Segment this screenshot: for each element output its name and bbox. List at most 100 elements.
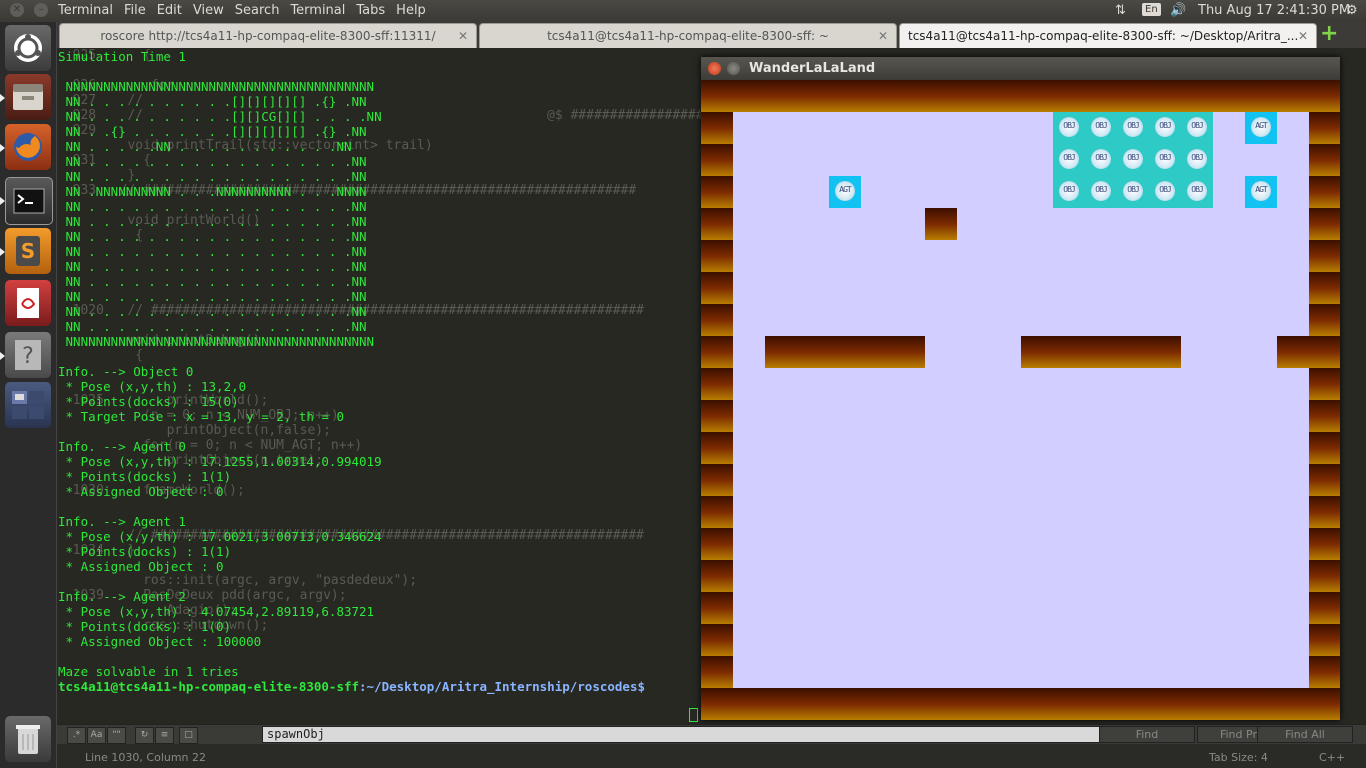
syntax-selector[interactable]: C++ [1319, 751, 1345, 764]
tab-label: roscore http://tcs4a11-hp-compaq-elite-8… [100, 29, 436, 43]
object-tile-label: OBJ [1063, 153, 1075, 162]
wall-tile [1117, 688, 1149, 720]
wall-tile [1309, 336, 1340, 368]
terminal-icon[interactable] [5, 177, 53, 225]
wall-tile [765, 80, 797, 112]
case-icon[interactable]: Aa [87, 727, 106, 744]
wall-tile [701, 464, 733, 496]
network-icon[interactable]: ⇅ [1115, 3, 1126, 18]
terminal-line: NNNNNNNNNNNNNNNNNNNNNNNNNNNNNNNNNNNNNNNN… [58, 79, 375, 94]
settings-gear-icon[interactable]: ⚙ [1346, 3, 1358, 18]
close-icon[interactable] [708, 62, 721, 75]
close-tab-icon[interactable]: ✕ [1298, 24, 1308, 48]
terminal-line: * Assigned Object : 0 [58, 484, 224, 499]
terminal-output[interactable]: Simulation Time 1 NNNNNNNNNNNNNNNNNNNNNN… [57, 48, 717, 724]
running-app-indicator [0, 352, 5, 360]
terminal-line: NN . . . . . . . . . .[][][][][] .{} .NN [58, 94, 367, 109]
find-input[interactable]: spawnObj [262, 726, 1157, 743]
object-tile-label: OBJ [1159, 185, 1171, 194]
wall-tile [797, 80, 829, 112]
minimize-icon[interactable] [727, 62, 740, 75]
app-menu-bar: Terminal File Edit View Search Terminal … [58, 3, 437, 18]
wall-tile [701, 176, 733, 208]
unknown-app-icon[interactable]: ? [5, 332, 51, 378]
wall-tile [989, 80, 1021, 112]
wall-tile [957, 688, 989, 720]
wall-tile [1117, 80, 1149, 112]
close-tab-icon[interactable]: ✕ [458, 24, 468, 48]
wall-tile [701, 304, 733, 336]
game-canvas[interactable]: OBJ OBJ OBJ OBJ OBJ OBJ OBJ OBJ OBJ OBJ OBJ OBJ OBJ O… [701, 80, 1340, 720]
wall-tile [701, 400, 733, 432]
tab-roscore[interactable]: roscore http://tcs4a11-hp-compaq-elite-8… [59, 23, 477, 48]
wall-tile [1309, 272, 1340, 304]
agent-tile: AGT [1245, 176, 1277, 208]
clock[interactable]: Thu Aug 17 2:41:30 PM [1198, 3, 1350, 18]
terminal-line: * Pose (x,y,th) : 13,2,0 [58, 379, 247, 394]
menu-search[interactable]: Search [235, 3, 280, 18]
whole-word-icon[interactable]: "" [107, 727, 126, 744]
terminal-line: NN . . . . . . . . . . . . . . . . . .NN [58, 319, 367, 334]
tab-roscodes[interactable]: tcs4a11@tcs4a11-hp-compaq-elite-8300-sff… [899, 23, 1317, 48]
object-tile: OBJ [1181, 144, 1213, 176]
libreoffice-icon[interactable] [5, 280, 51, 326]
object-tile: OBJ [1085, 144, 1117, 176]
files-icon[interactable] [5, 74, 51, 120]
regex-icon[interactable]: .* [67, 727, 86, 744]
find-button[interactable]: Find [1099, 726, 1195, 743]
close-tab-icon[interactable]: ✕ [878, 24, 888, 48]
editor-status-bar: Line 1030, Column 22 Tab Size: 4 C++ [57, 744, 1366, 768]
game-window-titlebar[interactable]: WanderLaLaLand [701, 57, 1340, 80]
object-tile-label: OBJ [1159, 153, 1171, 162]
menu-terminal-app[interactable]: Terminal [58, 3, 113, 18]
object-tile: OBJ [1181, 176, 1213, 208]
in-selection-icon[interactable]: ≡ [155, 727, 174, 744]
terminal-line: NNNNNNNNNNNNNNNNNNNNNNNNNNNNNNNNNNNNNNNN… [58, 334, 375, 349]
wall-tile [701, 496, 733, 528]
object-tile: OBJ [1181, 112, 1213, 144]
terminal-line: * Target Pose : x = 13, y = 2, th = 0 [58, 409, 344, 424]
highlight-icon[interactable]: □ [179, 727, 198, 744]
terminal-line: NN . .{} . . . . . . .[][][][][] .{} .NN [58, 124, 367, 139]
wall-tile [1309, 656, 1340, 688]
firefox-icon[interactable] [5, 124, 51, 170]
menu-view[interactable]: View [193, 3, 224, 18]
object-tile: OBJ [1149, 144, 1181, 176]
terminal-tab-bar: roscore http://tcs4a11-hp-compaq-elite-8… [57, 22, 1366, 48]
agent-tile: AGT [1245, 112, 1277, 144]
terminal-line: * Pose (x,y,th) : 17.1255,1.00314,0.9940… [58, 454, 382, 469]
minimize-window-icon[interactable]: – [34, 3, 48, 17]
menu-edit[interactable]: Edit [157, 3, 182, 18]
menu-tabs[interactable]: Tabs [356, 3, 385, 18]
agent-tile-label: AGT [1255, 185, 1267, 194]
volume-icon[interactable]: 🔊 [1170, 3, 1186, 18]
object-tile-label: OBJ [1095, 121, 1107, 130]
object-tile: OBJ [1117, 176, 1149, 208]
tab-home[interactable]: tcs4a11@tcs4a11-hp-compaq-elite-8300-sff… [479, 23, 897, 48]
wrap-icon[interactable]: ↻ [135, 727, 154, 744]
object-tile: OBJ [1053, 176, 1085, 208]
new-tab-icon[interactable]: + [1320, 23, 1338, 45]
object-tile: OBJ [1085, 176, 1117, 208]
menu-file[interactable]: File [124, 3, 146, 18]
terminal-line: * Assigned Object : 0 [58, 559, 224, 574]
tab-size-selector[interactable]: Tab Size: 4 [1209, 751, 1268, 764]
object-tile-label: OBJ [1127, 185, 1139, 194]
wall-tile [701, 528, 733, 560]
menu-terminal[interactable]: Terminal [290, 3, 345, 18]
sublime-text-icon[interactable]: S [5, 228, 51, 274]
wall-tile [1309, 560, 1340, 592]
find-bar: .* Aa "" ↻ ≡ □ spawnObj Find Find Prev F… [57, 724, 1366, 745]
find-all-button[interactable]: Find All [1257, 726, 1353, 743]
menu-help[interactable]: Help [396, 3, 426, 18]
trash-icon[interactable] [5, 716, 51, 762]
object-tile: OBJ [1053, 144, 1085, 176]
workspace-switcher-icon[interactable] [5, 382, 51, 428]
ubuntu-dash-icon[interactable] [5, 25, 51, 71]
wall-tile [701, 592, 733, 624]
close-window-icon[interactable]: ✕ [10, 3, 24, 17]
keyboard-layout-indicator[interactable]: En [1142, 3, 1161, 16]
wall-tile [1053, 336, 1085, 368]
wall-tile [1309, 368, 1340, 400]
terminal-line: Info. --> Object 0 [58, 364, 194, 379]
